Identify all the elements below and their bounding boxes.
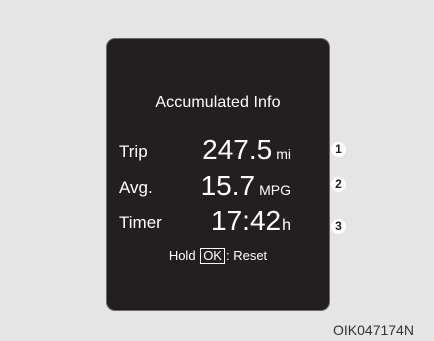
- timer-value: 17:42: [211, 205, 282, 236]
- timer-row: Timer 17:42h: [107, 205, 331, 239]
- callout-marker-3: 3: [331, 219, 346, 234]
- reset-hint: Hold OK: Reset: [107, 248, 329, 264]
- avg-row: Avg. 15.7 MPG: [107, 170, 331, 204]
- timer-value-group: 17:42h: [211, 207, 291, 235]
- avg-value-group: 15.7 MPG: [201, 172, 291, 200]
- callout-marker-1: 1: [331, 142, 346, 157]
- timer-unit: h: [282, 217, 291, 234]
- timer-label: Timer: [119, 213, 162, 232]
- avg-value: 15.7: [200, 170, 256, 201]
- callout-marker-2: 2: [331, 177, 346, 192]
- trip-unit: mi: [276, 146, 291, 162]
- avg-unit: MPG: [259, 182, 291, 198]
- trip-value-group: 247.5 mi: [202, 136, 291, 164]
- cluster-display: Accumulated Info Trip 247.5 mi Avg. 15.7 M…: [106, 38, 330, 311]
- display-title: Accumulated Info: [155, 94, 281, 111]
- ok-key-icon: OK: [200, 248, 225, 264]
- avg-label: Avg.: [119, 178, 153, 197]
- trip-row: Trip 247.5 mi: [107, 134, 331, 168]
- trip-label: Trip: [119, 142, 148, 161]
- figure-code: OIK047174N: [333, 322, 414, 338]
- reset-hint-suffix: : Reset: [225, 248, 268, 263]
- reset-hint-prefix: Hold: [168, 248, 196, 263]
- trip-value: 247.5: [202, 134, 273, 165]
